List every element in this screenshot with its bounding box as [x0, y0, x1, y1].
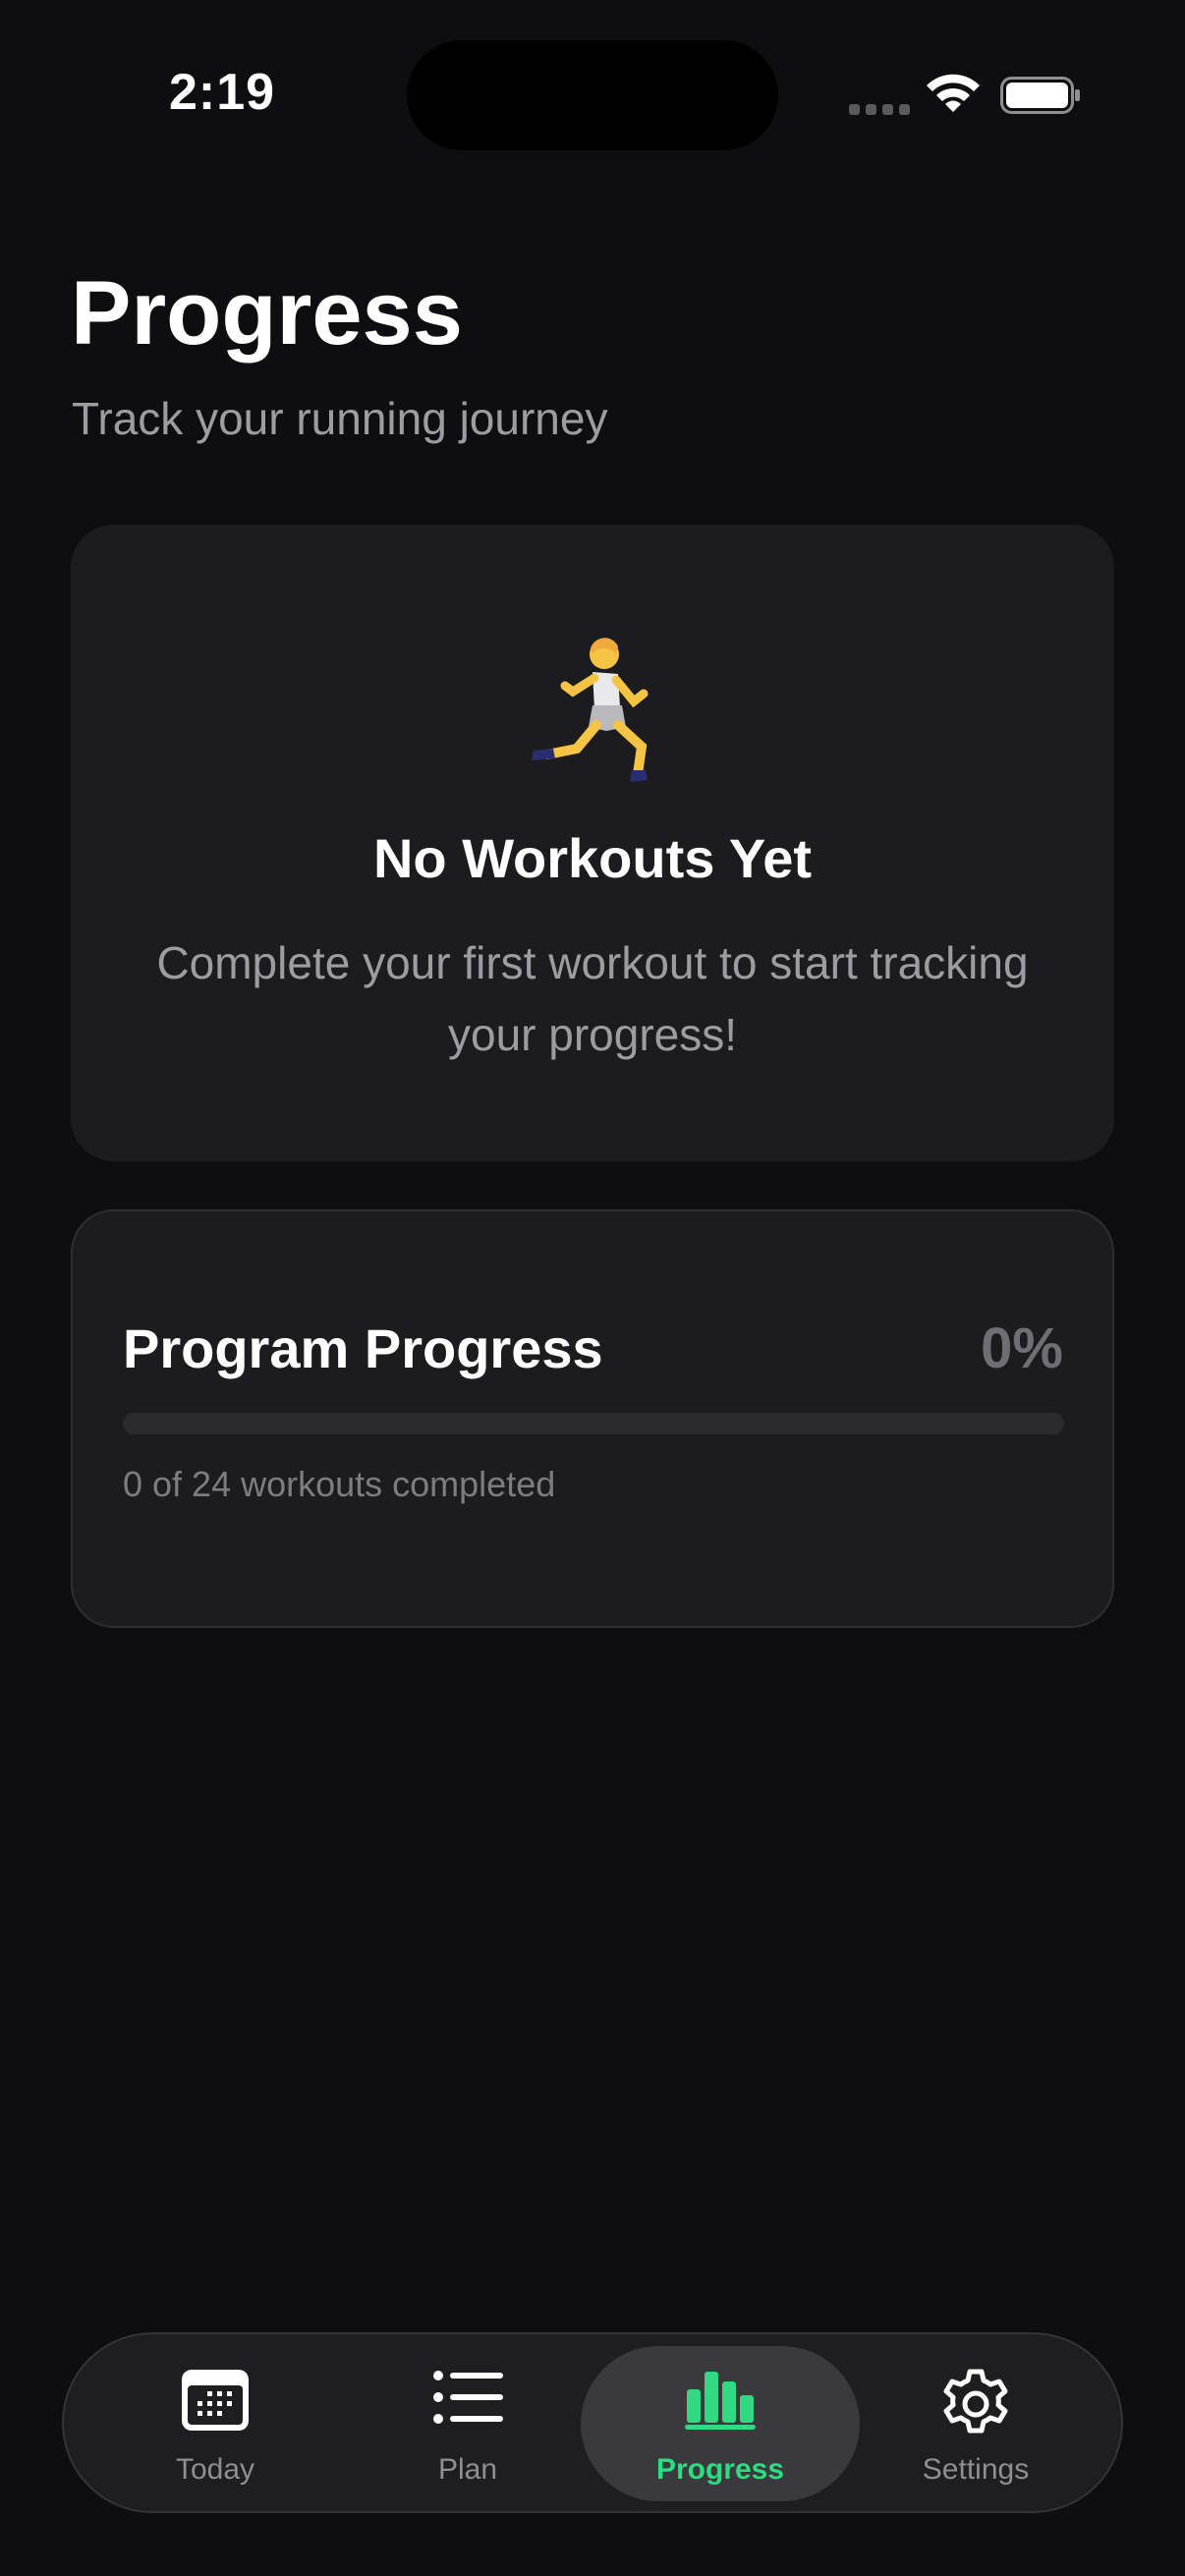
- bar-chart-icon: [685, 2372, 756, 2430]
- status-time: 2:19: [169, 64, 276, 121]
- battery-icon: [1000, 77, 1080, 114]
- tab-today[interactable]: Today: [89, 2334, 341, 2511]
- cellular-signal-icon: [849, 104, 910, 116]
- tab-plan-label: Plan: [437, 2453, 498, 2486]
- list-icon: [433, 2371, 503, 2424]
- program-progress-title: Program Progress: [123, 1317, 603, 1379]
- tab-settings-label: Settings: [922, 2453, 1030, 2486]
- program-progress-card: Program Progress 0% 0 of 24 workouts com…: [71, 1209, 1114, 1628]
- gear-icon: [943, 2369, 1008, 2434]
- empty-state-title: No Workouts Yet: [372, 827, 812, 889]
- tab-plan[interactable]: Plan: [342, 2334, 593, 2511]
- page-subtitle: Track your running journey: [72, 393, 608, 444]
- tab-progress[interactable]: Progress: [581, 2346, 860, 2501]
- tab-today-label: Today: [175, 2453, 255, 2486]
- program-progress-bar: [123, 1413, 1064, 1434]
- calendar-icon: [182, 2370, 249, 2431]
- program-progress-percent: 0%: [981, 1316, 1063, 1380]
- wifi-icon: [927, 74, 980, 112]
- empty-state-message: Complete your first workout to start tra…: [156, 937, 1029, 1060]
- program-progress-caption: 0 of 24 workouts completed: [123, 1464, 556, 1504]
- empty-state-card: No Workouts Yet Complete your first work…: [71, 525, 1114, 1161]
- dynamic-island: [407, 40, 778, 150]
- page-title: Progress: [71, 263, 463, 364]
- status-bar: 2:19: [0, 0, 1185, 187]
- tab-bar: Today Plan Progress Settings: [62, 2332, 1123, 2513]
- tab-progress-label: Progress: [655, 2453, 785, 2486]
- tab-settings[interactable]: Settings: [850, 2334, 1101, 2511]
- runner-icon: [532, 638, 649, 782]
